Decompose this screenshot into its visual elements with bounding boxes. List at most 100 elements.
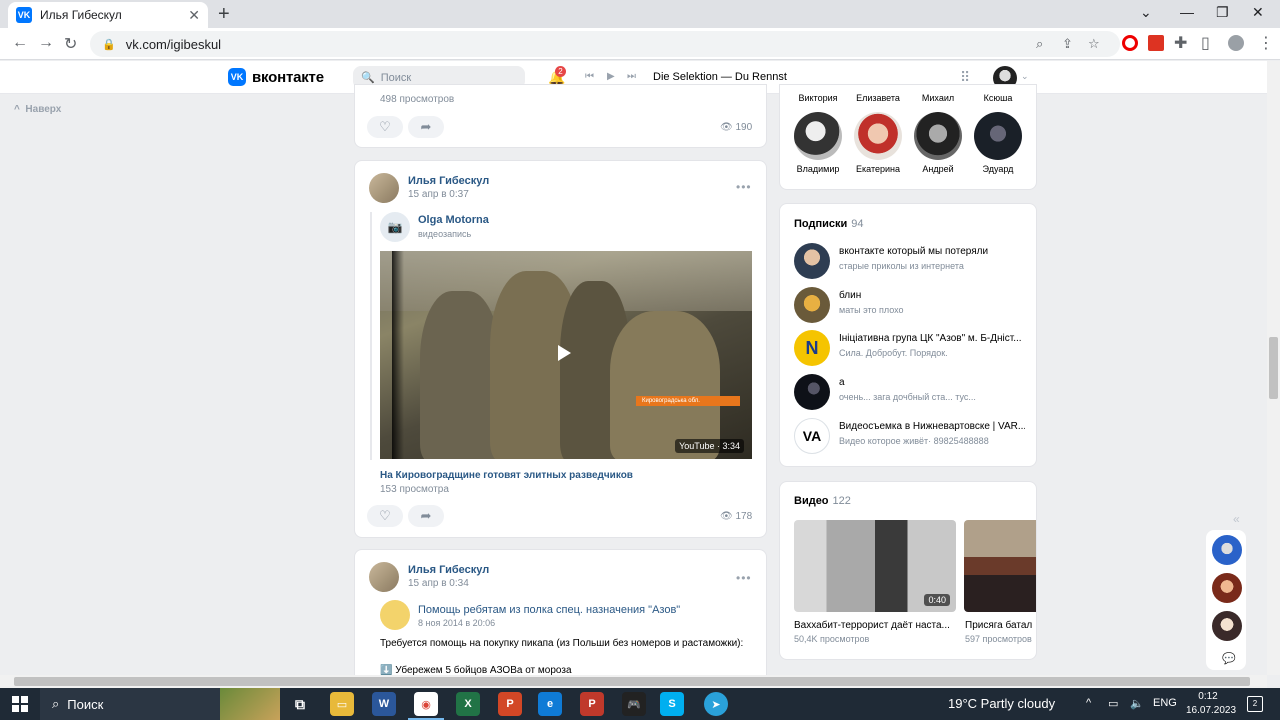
chat-avatar[interactable]: [1212, 611, 1242, 641]
player-prev-icon[interactable]: ⏮: [585, 71, 594, 82]
video-title-link[interactable]: На Кировоградщине готовят элитных развед…: [380, 470, 633, 481]
forward-icon[interactable]: →: [38, 34, 54, 52]
chat-avatar[interactable]: [1212, 573, 1242, 603]
side-panel-icon[interactable]: ▯: [1201, 33, 1210, 53]
language-indicator[interactable]: ENG: [1153, 697, 1177, 709]
weather-widget[interactable]: 19°C Partly cloudy: [948, 696, 1055, 711]
extensions-puzzle-icon[interactable]: ✚: [1174, 33, 1187, 53]
edge-icon[interactable]: e: [538, 692, 562, 716]
tray-overflow-icon[interactable]: ^: [1086, 697, 1091, 709]
video-title-link[interactable]: Присяга батал: [965, 620, 1037, 631]
tab-search-icon[interactable]: ⌄: [1140, 4, 1152, 21]
reload-icon[interactable]: ↻: [64, 34, 77, 54]
player-play-icon[interactable]: ▶: [607, 71, 615, 82]
scroll-to-top-button[interactable]: ^ Наверх: [14, 104, 61, 115]
friend-item[interactable]: Екатерина: [845, 112, 911, 174]
browser-tab[interactable]: VK Илья Гибескул ✕: [8, 2, 208, 28]
repost-source-name[interactable]: Помощь ребятам из полка спец. назначения…: [418, 604, 680, 616]
chevron-down-icon[interactable]: ⌄: [1021, 71, 1029, 82]
subscription-item[interactable]: вконтакте который мы потеряли старые при…: [794, 243, 1026, 279]
close-tab-icon[interactable]: ✕: [188, 7, 200, 24]
excel-icon[interactable]: X: [456, 692, 480, 716]
network-icon[interactable]: ▭: [1108, 697, 1118, 710]
post-more-icon[interactable]: •••: [736, 571, 752, 585]
friend-item[interactable]: Владимир: [785, 112, 851, 174]
videos-header[interactable]: Видео 122: [794, 495, 851, 507]
taskbar-clock[interactable]: 0:12 16.07.2023: [1186, 690, 1236, 718]
game-controller-icon[interactable]: 🎮: [622, 692, 646, 716]
new-tab-icon[interactable]: +: [218, 4, 230, 24]
horizontal-scrollbar[interactable]: [0, 675, 1267, 688]
address-bar[interactable]: 🔒 vk.com/igibeskul ⌕ ⇪ ☆: [90, 31, 1120, 57]
post-text: Требуется помощь на покупку пикапа (из П…: [380, 638, 744, 649]
camera-icon[interactable]: 📷: [380, 212, 410, 242]
player-next-icon[interactable]: ⏭: [627, 71, 636, 82]
messages-icon[interactable]: 💬: [1222, 652, 1236, 665]
back-icon[interactable]: ←: [12, 34, 28, 52]
notification-center-icon[interactable]: 2: [1247, 696, 1263, 712]
post-view-count-value: 178: [735, 511, 753, 522]
friend-name[interactable]: Елизавета: [845, 93, 911, 103]
horizontal-scroll-thumb[interactable]: [14, 677, 1250, 686]
repost-source-date[interactable]: 8 ноя 2014 в 20:06: [418, 618, 495, 628]
chrome-icon[interactable]: ◉: [408, 692, 444, 720]
video-title-link[interactable]: Ваххабит-террорист даёт наста...: [794, 620, 956, 631]
subscriptions-header[interactable]: Подписки 94: [794, 218, 864, 230]
post-date[interactable]: 15 апр в 0:37: [408, 189, 469, 200]
subscription-item[interactable]: а очень... зага дочбный ста... тус...: [794, 374, 1026, 410]
subscriptions-title: Подписки: [794, 218, 848, 230]
telegram-icon[interactable]: ➤: [704, 692, 728, 716]
collapse-chats-icon[interactable]: «: [1233, 512, 1240, 526]
post-more-icon[interactable]: •••: [736, 180, 752, 194]
vk-logo[interactable]: VK вконтакте: [228, 68, 324, 86]
like-button[interactable]: ♡: [367, 116, 403, 138]
volume-icon[interactable]: 🔈: [1130, 697, 1144, 710]
lock-icon[interactable]: 🔒: [102, 38, 116, 51]
post-date[interactable]: 15 апр в 0:34: [408, 578, 469, 589]
video-thumbnail[interactable]: 0:40: [794, 520, 956, 612]
powerpoint-icon[interactable]: P: [498, 692, 522, 716]
friend-name[interactable]: Михаил: [905, 93, 971, 103]
play-icon[interactable]: [558, 345, 571, 361]
skype-icon[interactable]: S: [660, 692, 684, 716]
subscription-item[interactable]: VA Видеосъемка в Нижневартовске | VAR...…: [794, 418, 1026, 454]
repost-source-name[interactable]: Olga Motorna: [418, 214, 489, 226]
azov-group-avatar[interactable]: [380, 600, 410, 630]
post-author-name[interactable]: Илья Гибескул: [408, 564, 489, 576]
file-explorer-icon[interactable]: ▭: [330, 692, 354, 716]
windows-start-icon[interactable]: [12, 696, 28, 712]
post-author-avatar[interactable]: [369, 173, 399, 203]
subscription-item[interactable]: блин маты это плохо: [794, 287, 1026, 323]
close-window-icon[interactable]: ✕: [1252, 4, 1264, 21]
chat-avatar[interactable]: [1212, 535, 1242, 565]
zoom-icon[interactable]: ⌕: [1036, 36, 1043, 52]
share-button[interactable]: ➦: [408, 116, 444, 138]
opera-extension-icon[interactable]: [1122, 35, 1138, 51]
friend-name[interactable]: Ксюша: [965, 93, 1031, 103]
task-view-icon[interactable]: ⧉: [288, 692, 312, 716]
vertical-scroll-thumb[interactable]: [1269, 337, 1278, 399]
subscription-item[interactable]: N Ініціативна група ЦК "Азов" м. Б-Дніст…: [794, 330, 1026, 366]
share-button[interactable]: ➦: [408, 505, 444, 527]
profile-icon[interactable]: [1228, 35, 1244, 51]
extension-badge-icon[interactable]: [1148, 35, 1164, 51]
vertical-scrollbar[interactable]: [1267, 61, 1280, 675]
bookmark-star-icon[interactable]: ☆: [1088, 36, 1100, 52]
menu-icon[interactable]: ⋮: [1258, 33, 1274, 53]
video-player[interactable]: Кировоградська обл. YouTube · 3:34: [380, 251, 752, 459]
post-author-avatar[interactable]: [369, 562, 399, 592]
video-thumbnail[interactable]: [964, 520, 1036, 612]
player-track-title[interactable]: Die Selektion — Du Rennst: [653, 71, 787, 83]
post-author-name[interactable]: Илья Гибескул: [408, 175, 489, 187]
friend-name[interactable]: Виктория: [785, 93, 851, 103]
subscription-desc: очень... зага дочбный ста... тус...: [839, 392, 976, 402]
share-icon[interactable]: ⇪: [1062, 36, 1073, 52]
minimize-icon[interactable]: —: [1180, 4, 1194, 20]
word-icon[interactable]: W: [372, 692, 396, 716]
friend-item[interactable]: Андрей: [905, 112, 971, 174]
phpstorm-icon[interactable]: P: [580, 692, 604, 716]
maximize-icon[interactable]: ❐: [1216, 4, 1229, 21]
va-logo-icon: VA: [794, 418, 830, 454]
like-button[interactable]: ♡: [367, 505, 403, 527]
friend-item[interactable]: Эдуард: [965, 112, 1031, 174]
